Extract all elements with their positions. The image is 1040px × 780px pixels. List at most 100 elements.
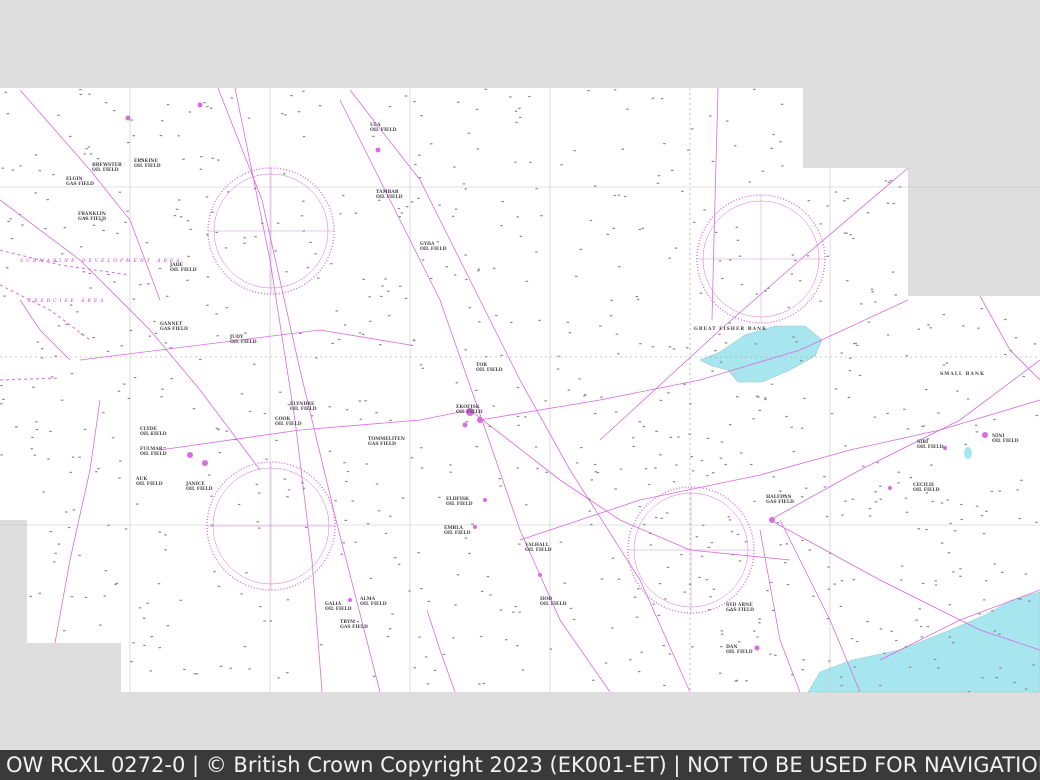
nautical-chart[interactable]: GREAT FISHER BANK SMALL BANK SUBMARINE D… xyxy=(0,0,1040,750)
sounding xyxy=(318,105,322,107)
sounding xyxy=(344,519,347,521)
sounding xyxy=(587,498,591,500)
sounding xyxy=(592,679,595,681)
sounding xyxy=(708,609,711,611)
sounding xyxy=(1035,521,1038,523)
sounding xyxy=(484,356,488,358)
sounding xyxy=(217,428,220,431)
sounding xyxy=(753,500,756,502)
sounding xyxy=(468,307,471,309)
sounding xyxy=(216,335,219,337)
sounding xyxy=(728,519,732,521)
sounding xyxy=(286,496,289,498)
sounding xyxy=(377,510,381,512)
sounding xyxy=(130,661,133,663)
sounding xyxy=(903,408,906,410)
sounding xyxy=(457,101,460,103)
sounding xyxy=(612,227,616,229)
sounding xyxy=(1013,681,1016,684)
sounding xyxy=(1,167,4,169)
sounding xyxy=(452,637,455,639)
sounding xyxy=(805,487,808,489)
sounding xyxy=(372,135,375,137)
sounding xyxy=(588,510,591,512)
sounding xyxy=(516,216,519,218)
sounding xyxy=(1033,343,1037,345)
sounding xyxy=(998,633,1001,635)
sounding xyxy=(464,188,467,190)
sounding xyxy=(940,542,944,544)
sounding xyxy=(803,397,806,399)
sounding xyxy=(379,344,382,346)
sounding xyxy=(210,107,213,109)
sounding xyxy=(663,684,666,686)
sounding xyxy=(36,341,39,343)
sounding xyxy=(823,486,827,488)
sounding xyxy=(584,394,587,396)
sounding xyxy=(557,355,560,357)
sounding xyxy=(714,350,717,352)
sounding xyxy=(895,639,898,642)
sounding xyxy=(310,415,314,417)
sounding xyxy=(982,533,986,535)
sounding xyxy=(683,383,686,385)
sounding xyxy=(107,273,110,276)
sounding xyxy=(368,296,371,298)
sounding xyxy=(721,633,724,635)
sounding xyxy=(384,532,388,535)
sounding xyxy=(786,584,790,586)
sounding xyxy=(501,201,504,203)
sounding xyxy=(145,242,149,244)
sounding xyxy=(568,332,572,334)
sounding xyxy=(424,656,428,658)
sounding xyxy=(937,667,940,669)
sounding xyxy=(703,209,706,211)
sounding xyxy=(229,667,232,669)
sounding xyxy=(314,253,317,255)
sounding xyxy=(217,159,220,161)
sounding xyxy=(921,425,924,427)
sounding xyxy=(206,106,209,108)
sounding xyxy=(933,658,937,661)
sounding xyxy=(57,325,61,327)
sounding xyxy=(556,368,560,370)
sounding xyxy=(633,596,637,598)
chart-viewport[interactable]: GREAT FISHER BANK SMALL BANK SUBMARINE D… xyxy=(0,0,1040,750)
sounding xyxy=(254,236,257,238)
sounding xyxy=(265,458,268,460)
sounding xyxy=(917,528,920,530)
sounding xyxy=(430,143,433,145)
sounding xyxy=(208,474,211,476)
sounding xyxy=(393,557,397,559)
sounding xyxy=(225,430,228,432)
sounding xyxy=(456,574,460,576)
sounding xyxy=(792,451,795,453)
sounding xyxy=(879,628,883,630)
sounding xyxy=(700,555,704,557)
sounding xyxy=(1024,573,1028,575)
sounding xyxy=(873,416,877,418)
sounding xyxy=(521,669,524,671)
sounding xyxy=(306,267,310,269)
sounding xyxy=(764,397,767,399)
sounding xyxy=(227,191,230,193)
sounding xyxy=(720,630,724,632)
sounding xyxy=(534,446,538,448)
sounding xyxy=(593,185,597,187)
sounding xyxy=(1009,350,1013,352)
sounding xyxy=(740,452,743,454)
sounding xyxy=(843,232,847,234)
sounding xyxy=(898,186,902,188)
sounding xyxy=(150,636,153,638)
sounding xyxy=(89,153,93,155)
sounding xyxy=(619,468,623,470)
sounding xyxy=(449,464,452,466)
sounding xyxy=(146,602,149,604)
sounding xyxy=(454,208,458,210)
sounding xyxy=(213,571,216,573)
sounding xyxy=(649,544,652,546)
sounding xyxy=(449,471,452,473)
sounding xyxy=(388,315,391,317)
sounding xyxy=(870,288,874,290)
sounding xyxy=(659,454,662,456)
